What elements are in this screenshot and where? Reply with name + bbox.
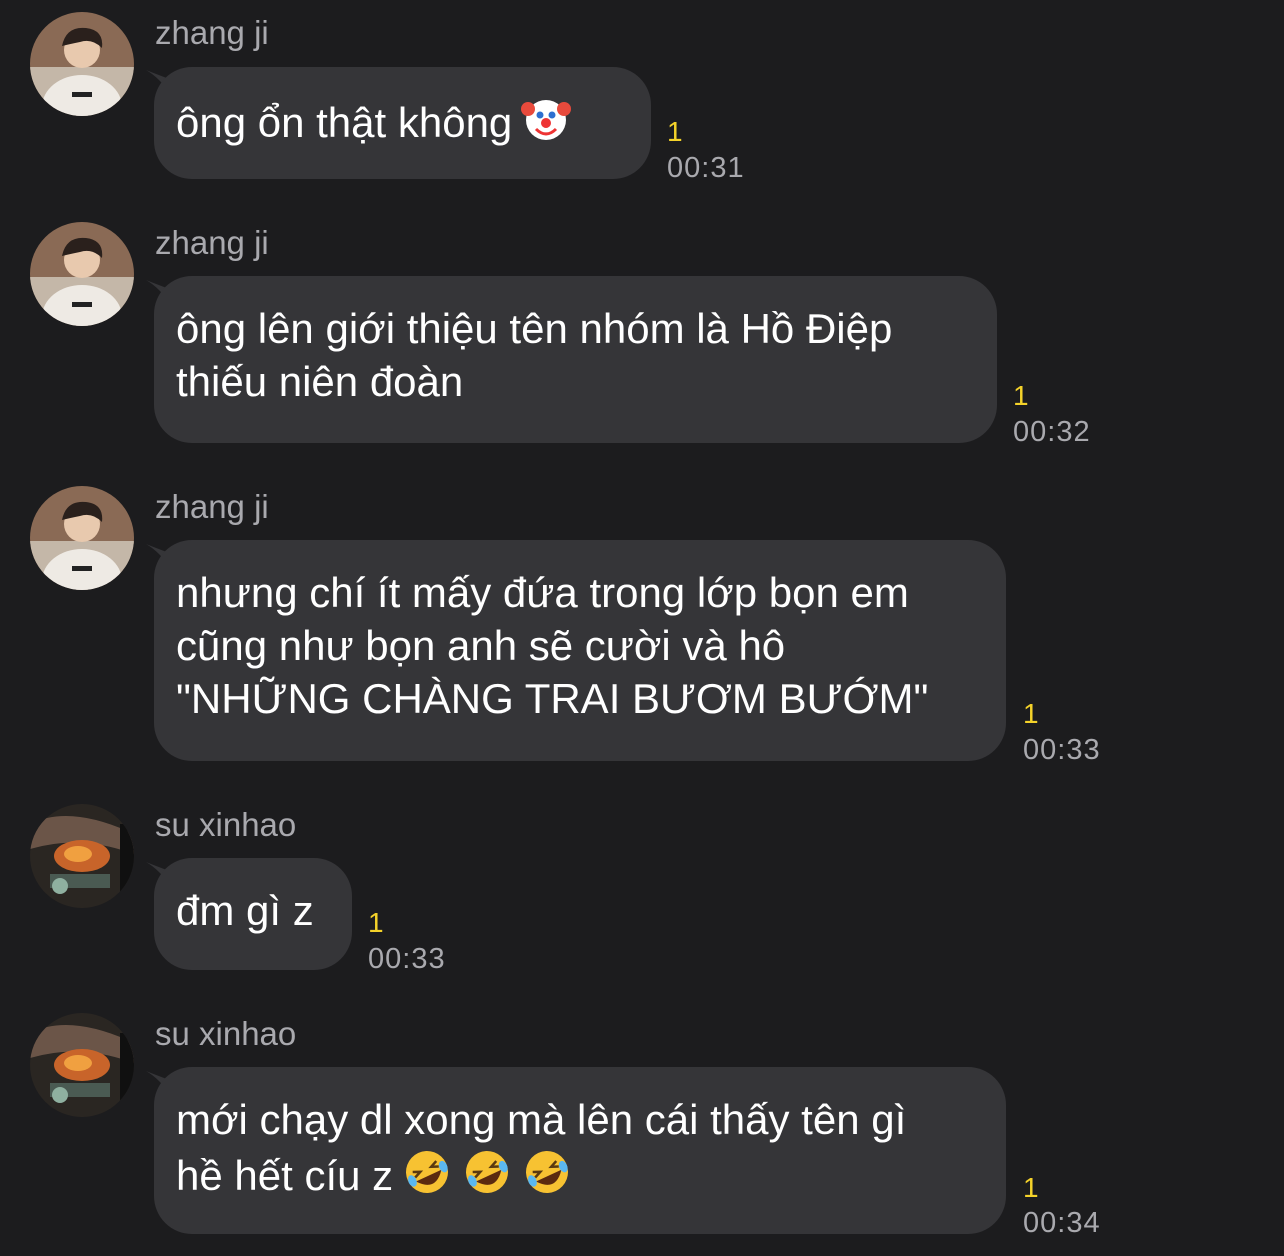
- avatar[interactable]: [30, 222, 134, 326]
- message-bubble[interactable]: nhưng chí ít mấy đứa trong lớp bọn em cũ…: [154, 540, 1006, 761]
- message-time: 00:33: [1023, 734, 1101, 766]
- avatar[interactable]: [30, 486, 134, 590]
- unread-count: 1: [1023, 698, 1039, 729]
- message-text-line: hề hết cíu z: [176, 1146, 984, 1202]
- message-time: 00:31: [667, 152, 745, 184]
- message-text-line: cũng như bọn anh sẽ cười và hô: [176, 622, 786, 669]
- rolling-laughing-emoji: [461, 1146, 513, 1198]
- message-text-line: nhưng chí ít mấy đứa trong lớp bọn em: [176, 569, 909, 616]
- message-text: ông ổn thật không: [176, 93, 629, 149]
- clown-face-emoji: [520, 93, 572, 145]
- unread-count: 1: [1023, 1172, 1039, 1203]
- message-time: 00:34: [1023, 1207, 1101, 1239]
- user-photo-icon: [30, 804, 134, 908]
- sender-name: zhang ji: [155, 224, 269, 261]
- message-text-line: thiếu niên đoàn: [176, 358, 464, 405]
- user-photo-icon: [30, 12, 134, 116]
- user-photo-icon: [30, 1013, 134, 1117]
- avatar[interactable]: [30, 1013, 134, 1117]
- message-time: 00:33: [368, 943, 446, 975]
- sender-name: zhang ji: [155, 488, 269, 525]
- message-text-line: "NHỮNG CHÀNG TRAI BƯƠM BƯỚM": [176, 675, 929, 722]
- message-bubble[interactable]: đm gì z: [154, 858, 352, 970]
- message-bubble[interactable]: ông lên giới thiệu tên nhóm là Hồ Điệp t…: [154, 276, 997, 443]
- user-photo-icon: [30, 486, 134, 590]
- sender-name: zhang ji: [155, 14, 269, 51]
- message-time: 00:32: [1013, 416, 1091, 448]
- unread-count: 1: [667, 116, 683, 147]
- message-text-line: mới chạy dl xong mà lên cái thấy tên gì: [176, 1096, 907, 1143]
- unread-count: 1: [368, 907, 384, 938]
- avatar[interactable]: [30, 804, 134, 908]
- message-text-line: đm gì z: [176, 887, 314, 934]
- rolling-laughing-emoji: [401, 1146, 453, 1198]
- rolling-laughing-emoji: [521, 1146, 573, 1198]
- user-photo-icon: [30, 222, 134, 326]
- message-bubble[interactable]: mới chạy dl xong mà lên cái thấy tên gì …: [154, 1067, 1006, 1234]
- message-text-line: ông lên giới thiệu tên nhóm là Hồ Điệp: [176, 305, 893, 352]
- sender-name: su xinhao: [155, 1015, 297, 1052]
- unread-count: 1: [1013, 380, 1029, 411]
- sender-name: su xinhao: [155, 806, 297, 843]
- avatar[interactable]: [30, 12, 134, 116]
- message-bubble[interactable]: ông ổn thật không: [154, 67, 651, 179]
